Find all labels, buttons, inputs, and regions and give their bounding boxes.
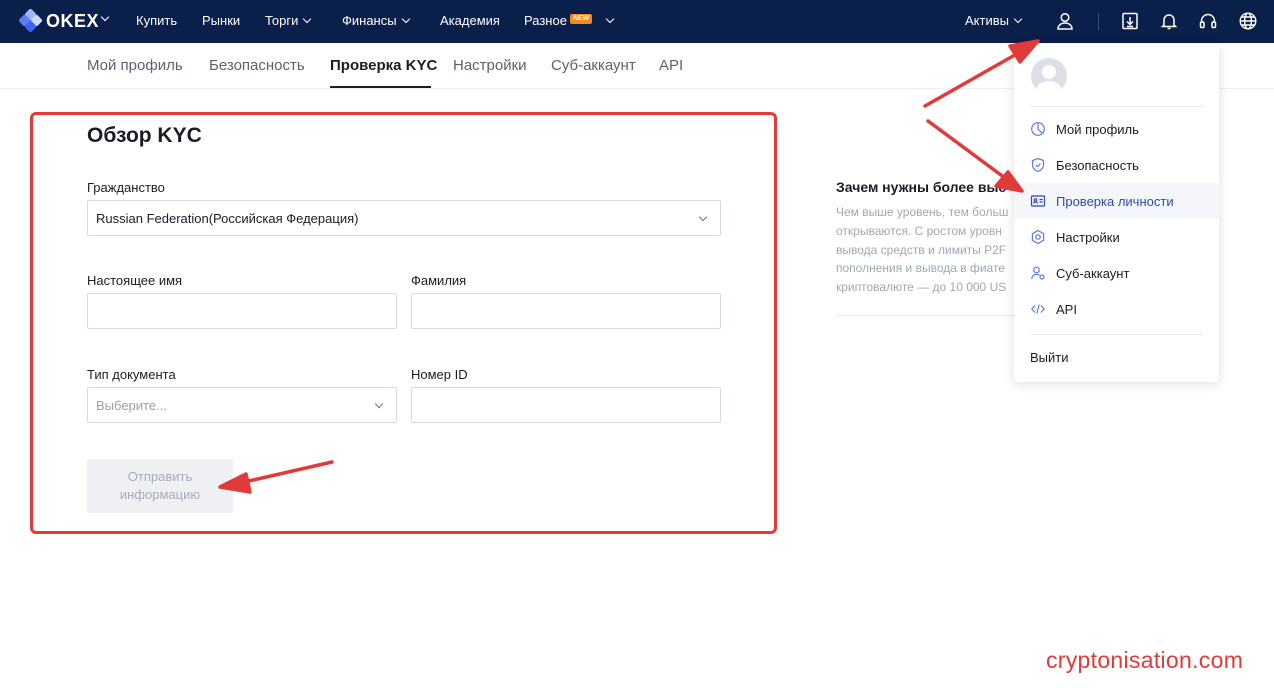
chevron-down-icon: [605, 14, 615, 24]
assets-label: Активы: [965, 13, 1009, 28]
submit-info-button[interactable]: Отправить информацию: [87, 459, 233, 513]
document-type-label: Тип документа: [87, 367, 176, 382]
submit-label-line1: Отправить: [127, 469, 193, 484]
side-info-title: Зачем нужны более выс: [836, 179, 1007, 195]
first-name-label: Настоящее имя: [87, 273, 183, 288]
profile-pie-icon: [1031, 122, 1045, 136]
annotation-arrow-to-identity-item: [926, 119, 1007, 180]
assets-menu[interactable]: Активы: [965, 13, 1023, 28]
new-badge: NEW: [570, 14, 593, 24]
menu-item-api[interactable]: API: [1014, 291, 1219, 327]
nav-item-label: Академия: [440, 13, 500, 28]
topbar-divider: [1098, 13, 1099, 30]
bell-icon[interactable]: [1159, 11, 1179, 31]
nav-item-label: Торги: [265, 13, 299, 28]
download-icon[interactable]: [1120, 11, 1140, 31]
menu-item-label: API: [1056, 301, 1077, 317]
nav-item-markets[interactable]: Рынки: [202, 13, 240, 28]
tab-my-profile[interactable]: Мой профиль: [87, 57, 183, 74]
gear-icon: [1031, 229, 1045, 245]
last-name-input[interactable]: [411, 293, 721, 329]
menu-item-identity-verification[interactable]: Проверка личности: [1014, 183, 1219, 219]
menu-item-settings[interactable]: Настройки: [1014, 219, 1219, 255]
logo-mark-icon: [18, 8, 43, 33]
tab-security[interactable]: Безопасность: [209, 57, 305, 74]
nav-item-buy[interactable]: Купить: [136, 13, 177, 28]
logo-text: OKEX: [46, 10, 100, 31]
globe-icon[interactable]: [1238, 11, 1258, 31]
code-icon: [1030, 304, 1046, 314]
document-type-select[interactable]: Выберите...: [87, 387, 397, 423]
logo-chevron-down-icon[interactable]: [100, 12, 110, 22]
menu-item-security[interactable]: Безопасность: [1014, 147, 1219, 183]
first-name-input[interactable]: [87, 293, 397, 329]
nav-item-label: Разное: [524, 13, 567, 28]
side-info-line: пополнения и вывода в фиате: [836, 261, 1005, 275]
citizenship-label: Гражданство: [87, 180, 165, 195]
nav-item-finance[interactable]: Финансы: [342, 13, 410, 28]
side-info-divider: [836, 315, 1016, 316]
nav-item-academy[interactable]: Академия: [440, 13, 500, 28]
side-info-line: вывода средств и лимиты P2F: [836, 243, 1007, 257]
side-info-line: криптовалюте — до 10 000 US: [836, 280, 1007, 294]
side-info-line: открываются. С ростом уровн: [836, 224, 1002, 238]
menu-item-subaccount[interactable]: Суб-аккаунт: [1014, 255, 1219, 291]
tab-settings[interactable]: Настройки: [453, 57, 527, 74]
nav-item-label: Финансы: [342, 13, 397, 28]
shield-icon: [1031, 157, 1045, 173]
page-title: Обзор KYC: [87, 124, 202, 147]
tab-kyc[interactable]: Проверка KYC: [330, 57, 437, 74]
active-tab-underline: [330, 86, 431, 88]
tab-api[interactable]: API: [659, 57, 683, 74]
subaccount-icon: [1031, 266, 1045, 280]
user-icon[interactable]: [1055, 11, 1075, 31]
document-type-placeholder: Выберите...: [96, 397, 167, 413]
id-number-label: Номер ID: [411, 367, 468, 382]
menu-item-label: Суб-аккаунт: [1056, 265, 1130, 281]
headset-icon[interactable]: [1198, 11, 1218, 31]
chevron-down-icon: [698, 212, 708, 222]
menu-item-label: Мой профиль: [1056, 121, 1139, 137]
tab-subaccount[interactable]: Суб-аккаунт: [551, 57, 636, 74]
menu-item-my-profile[interactable]: Мой профиль: [1014, 111, 1219, 147]
top-navigation-bar: OKEX Купить Рынки Торги Финансы Академия…: [0, 0, 1274, 43]
citizenship-select[interactable]: Russian Federation(Российская Федерация): [87, 200, 721, 236]
nav-item-trade[interactable]: Торги: [265, 13, 312, 28]
chevron-down-icon: [1013, 14, 1023, 24]
okex-logo[interactable]: OKEX: [18, 8, 100, 33]
menu-divider: [1030, 106, 1203, 107]
nav-item-label: Рынки: [202, 13, 241, 28]
id-number-input[interactable]: [411, 387, 721, 423]
menu-item-label: Безопасность: [1056, 157, 1139, 173]
profile-dropdown-menu: Мой профиль Безопасность Проверка личнос…: [1014, 44, 1219, 382]
chevron-down-icon: [401, 14, 410, 24]
menu-item-logout[interactable]: Выйти: [1014, 339, 1219, 375]
logout-label: Выйти: [1030, 349, 1069, 365]
nav-item-misc[interactable]: Разное: [524, 13, 615, 28]
citizenship-value: Russian Federation(Российская Федерация): [96, 210, 359, 226]
nav-item-label: Купить: [136, 13, 178, 28]
chevron-down-icon: [374, 399, 384, 409]
avatar: [1031, 58, 1067, 94]
watermark-text: cryptonisation.com: [1046, 647, 1244, 673]
chevron-down-icon: [303, 14, 312, 24]
side-info-line: Чем выше уровень, тем больш: [836, 205, 1009, 219]
last-name-label: Фамилия: [411, 273, 467, 288]
menu-item-label: Проверка личности: [1056, 193, 1174, 209]
menu-item-label: Настройки: [1056, 229, 1120, 245]
submit-label-line2: информацию: [119, 487, 201, 502]
id-card-icon: [1030, 195, 1046, 207]
menu-divider: [1030, 334, 1203, 335]
